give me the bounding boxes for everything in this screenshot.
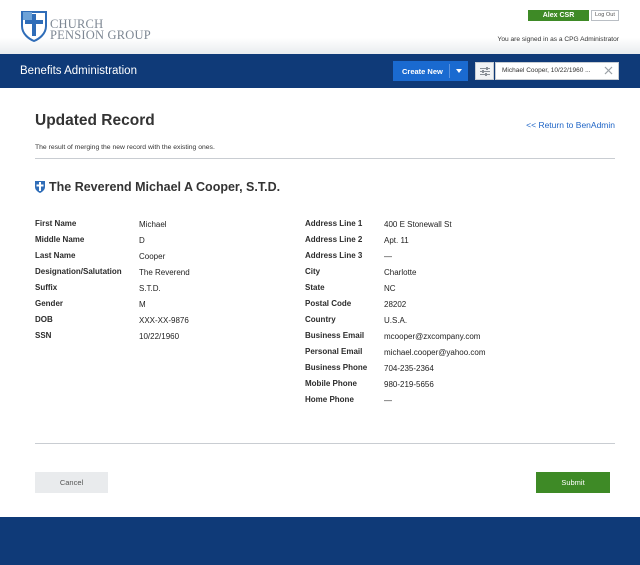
divider (35, 158, 615, 159)
last-name-value: Cooper (139, 252, 166, 261)
business-phone-value: 704-235-2364 (384, 364, 434, 373)
postal-code-value: 28202 (384, 300, 407, 309)
ssn-label: SSN (35, 331, 52, 340)
create-new-label: Create New (402, 66, 443, 76)
mobile-phone-value: 980-219-5656 (384, 380, 434, 389)
address-line-1-value: 400 E Stonewall St (384, 220, 452, 229)
salutation-label: Designation/Salutation (35, 267, 122, 276)
submit-button[interactable]: Submit (536, 472, 610, 493)
address-line-3-label: Address Line 3 (305, 251, 363, 260)
search-input[interactable]: Michael Cooper, 10/22/1960 ... (495, 62, 619, 80)
gender-label: Gender (35, 299, 64, 308)
mobile-phone-label: Mobile Phone (305, 379, 357, 388)
last-name-label: Last Name (35, 251, 76, 260)
sliders-icon (479, 66, 490, 76)
personal-email-label: Personal Email (305, 347, 363, 356)
middle-name-value: D (139, 236, 145, 245)
top-header: CHURCH PENSION GROUP Alex CSR Log Out Yo… (0, 0, 640, 54)
country-value: U.S.A. (384, 316, 408, 325)
postal-code-label: Postal Code (305, 299, 352, 308)
cancel-button[interactable]: Cancel (35, 472, 108, 493)
footer (0, 517, 640, 565)
create-new-button[interactable]: Create New (393, 61, 468, 81)
first-name-value: Michael (139, 220, 167, 229)
page-title: Updated Record (35, 112, 155, 129)
suffix-label: Suffix (35, 283, 58, 292)
app-title[interactable]: Benefits Administration (20, 65, 137, 77)
ssn-value: 10/22/1960 (139, 332, 180, 341)
dob-value: XXX-XX-9876 (139, 316, 189, 325)
personal-email-value: michael.cooper@yahoo.com (384, 348, 486, 357)
shield-cross-logo-icon (21, 11, 47, 42)
business-email-label: Business Email (305, 331, 365, 340)
business-email-value: mcooper@zxcompany.com (384, 332, 481, 341)
state-value: NC (384, 284, 396, 293)
return-to-benadmin-link[interactable]: << Return to BenAdmin (526, 120, 615, 130)
record-name: The Reverend Michael A Cooper, S.T.D. (49, 180, 281, 194)
city-value: Charlotte (384, 268, 417, 277)
salutation-value: The Reverend (139, 268, 190, 277)
home-phone-value: — (384, 396, 392, 405)
logo-line-2: PENSION GROUP (50, 28, 151, 42)
home-phone-label: Home Phone (305, 395, 354, 404)
address-line-2-value: Apt. 11 (384, 236, 409, 245)
shield-cross-icon (35, 181, 45, 193)
country-label: Country (305, 315, 336, 324)
church-pension-group-logo[interactable]: CHURCH PENSION GROUP (21, 10, 151, 42)
state-label: State (305, 283, 325, 292)
record-heading: The Reverend Michael A Cooper, S.T.D. (35, 180, 280, 194)
city-label: City (305, 267, 321, 276)
address-line-1-label: Address Line 1 (305, 219, 363, 228)
business-phone-label: Business Phone (305, 363, 368, 372)
address-line-2-label: Address Line 2 (305, 235, 363, 244)
signed-in-status: You are signed in as a CPG Administrator (497, 36, 619, 43)
search-input-value: Michael Cooper, 10/22/1960 ... (502, 67, 591, 74)
address-line-3-value: — (384, 252, 392, 261)
suffix-value: S.T.D. (139, 284, 161, 293)
logout-button[interactable]: Log Out (591, 10, 619, 21)
divider (35, 443, 615, 444)
user-menu-button[interactable]: Alex CSR (528, 10, 589, 21)
logo-wordmark: CHURCH PENSION GROUP (50, 18, 151, 42)
gender-value: M (139, 300, 146, 309)
close-icon[interactable] (604, 66, 613, 75)
page-subtitle: The result of merging the new record wit… (35, 144, 215, 151)
filter-button[interactable] (475, 62, 494, 80)
first-name-label: First Name (35, 219, 77, 228)
middle-name-label: Middle Name (35, 235, 85, 244)
dob-label: DOB (35, 315, 53, 324)
chevron-down-icon[interactable] (450, 69, 468, 73)
